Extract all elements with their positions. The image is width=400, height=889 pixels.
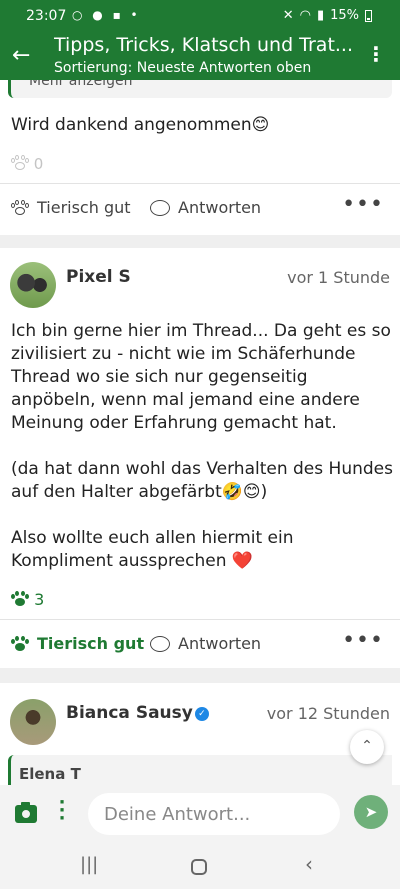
system-nav-bar: ||| ‹ (0, 845, 400, 889)
like-count: 3 (11, 590, 44, 609)
send-button[interactable]: ➤ (354, 795, 388, 829)
author-name[interactable]: Bianca Sausy ✓ (66, 703, 209, 723)
more-options-icon[interactable]: ••• (342, 628, 384, 653)
paw-icon (11, 591, 29, 607)
reply-composer: ··· ➤ (0, 785, 400, 845)
like-count-value: 0 (33, 155, 44, 173)
sort-subtitle[interactable]: Sortierung: Neueste Antworten oben (54, 60, 311, 76)
post-card: Mehr anzeigen Wird dankend angenommen😊 0… (0, 80, 400, 235)
status-time: 23:07 (26, 8, 67, 24)
post-actions: Tierisch gut Antworten ••• (0, 619, 400, 669)
author-name-text: Bianca Sausy (66, 703, 193, 723)
attach-menu-icon[interactable]: · · · (58, 794, 66, 828)
status-bar: 23:07 ○ ● ▪ • ✕ ◠ ▮ 15% (0, 0, 400, 34)
like-button[interactable]: Tierisch gut (11, 198, 131, 217)
post-time: vor 12 Stunden (266, 704, 390, 723)
post-card: Bianca Sausy ✓ vor 12 Stunden Elena T (0, 683, 400, 795)
app-bar: ← Tipps, Tricks, Klatsch und Trat... Sor… (0, 34, 400, 80)
status-right: ✕ ◠ ▮ 15% (283, 8, 372, 23)
verified-badge-icon: ✓ (194, 707, 209, 721)
thread-title: Tipps, Tricks, Klatsch und Trat... (54, 34, 354, 56)
paw-icon (11, 155, 29, 171)
overflow-menu-icon[interactable]: ⋮ (366, 42, 386, 66)
reply-input[interactable] (88, 793, 340, 835)
back-nav-icon[interactable]: ‹ (305, 852, 313, 876)
scroll-to-top-button[interactable]: ⌃ (350, 730, 384, 764)
avatar[interactable] (10, 262, 56, 308)
comment-icon (150, 199, 170, 216)
home-icon[interactable] (191, 859, 207, 875)
reply-button[interactable]: Antworten (150, 634, 261, 653)
post-time: vor 1 Stunde (287, 268, 390, 287)
post-text: Wird dankend angenommen😊 (11, 115, 270, 135)
avatar[interactable] (10, 699, 56, 745)
comment-icon (150, 635, 170, 652)
quote-author: Elena T (19, 765, 81, 783)
like-label: Tierisch gut (37, 634, 145, 653)
author-name[interactable]: Pixel S (66, 267, 131, 287)
notification-icons: ○ ● ▪ • (72, 8, 141, 22)
like-count-value: 3 (34, 590, 45, 609)
paw-icon (11, 199, 29, 216)
battery-percent: 15% (330, 8, 359, 23)
show-more-link[interactable]: Mehr anzeigen (29, 80, 132, 89)
post-actions: Tierisch gut Antworten ••• (0, 183, 400, 233)
post-text: Ich bin gerne hier im Thread... Da geht … (11, 320, 396, 573)
recent-apps-icon[interactable]: ||| (80, 854, 98, 875)
paw-icon (11, 635, 29, 652)
mute-icon: ✕ (282, 8, 294, 23)
camera-icon[interactable] (15, 802, 37, 823)
more-options-icon[interactable]: ••• (342, 192, 384, 217)
signal-icon: ▮ (316, 8, 325, 23)
post-paragraph: Ich bin gerne hier im Thread... Da geht … (11, 321, 391, 433)
back-arrow-icon[interactable]: ← (12, 43, 30, 68)
post-paragraph: Also wollte euch allen hiermit ein Kompl… (11, 528, 294, 571)
battery-icon (365, 9, 372, 22)
reply-button[interactable]: Antworten (150, 198, 261, 217)
quote-block: Mehr anzeigen (8, 80, 392, 98)
reply-label: Antworten (178, 634, 262, 653)
like-label: Tierisch gut (37, 198, 131, 217)
like-button[interactable]: Tierisch gut (11, 634, 144, 653)
like-count: 0 (11, 155, 43, 173)
post-card: Pixel S vor 1 Stunde Ich bin gerne hier … (0, 248, 400, 668)
wifi-icon: ◠ (299, 8, 311, 23)
reply-label: Antworten (178, 198, 262, 217)
post-paragraph: (da hat dann wohl das Verhalten des Hund… (11, 459, 393, 502)
